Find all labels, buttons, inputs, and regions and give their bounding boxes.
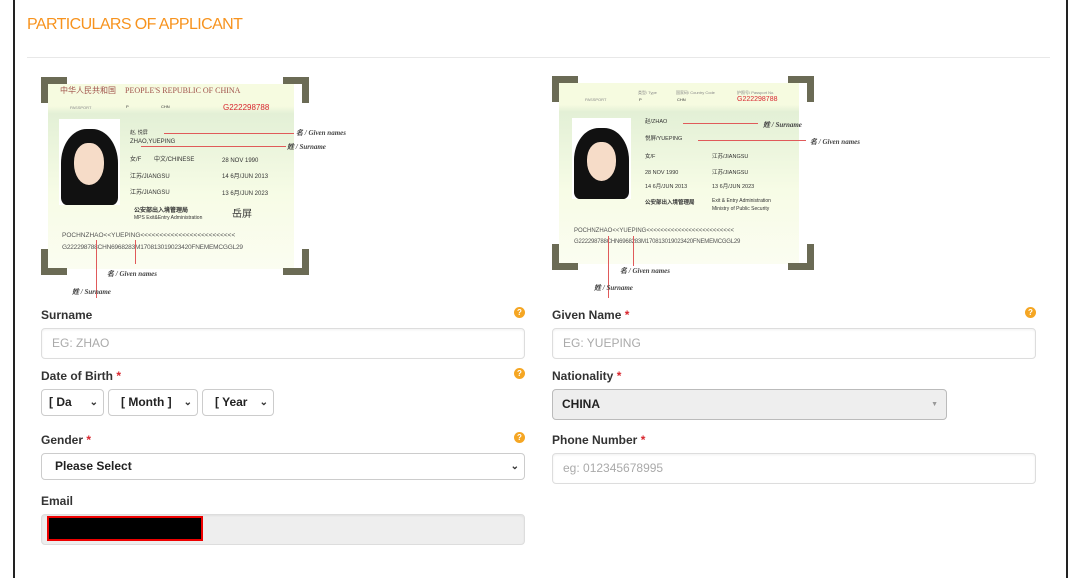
surname-input[interactable]: EG: ZHAO	[41, 328, 525, 359]
annotation-surname: 姓 / Surname	[594, 284, 633, 292]
nationality-label: Nationality *	[552, 369, 622, 383]
email-label: Email	[41, 494, 74, 508]
chevron-down-icon: ⌄	[89, 397, 98, 408]
help-icon[interactable]: ?	[1025, 307, 1036, 318]
given-name-label: Given Name *	[552, 308, 630, 322]
passport-sample-old: 中华人民共和国 PEOPLE'S REPUBLIC OF CHINA PASSP…	[41, 77, 309, 298]
passport-number: G222298788	[737, 96, 778, 103]
annotation-surname: 姓 / Surname	[763, 121, 802, 129]
phone-input[interactable]: eg: 012345678995	[552, 453, 1036, 484]
gender-label: Gender *	[41, 433, 92, 447]
divider	[27, 57, 1050, 58]
frame-corner	[283, 249, 309, 275]
help-icon[interactable]: ?	[514, 307, 525, 318]
help-icon[interactable]: ?	[514, 368, 525, 379]
frame-corner	[788, 244, 814, 270]
passport-photo	[59, 119, 120, 205]
annotation-given-names: 名 / Given names	[296, 129, 346, 137]
frame-corner	[283, 77, 309, 103]
frame-corner	[788, 76, 814, 102]
given-name-input[interactable]: EG: YUEPING	[552, 328, 1036, 359]
passport-number: G222298788	[223, 103, 270, 112]
passport-sample-new: PASSPORT 类型/ Type 国家码/ Country Code 护照号/…	[552, 76, 814, 298]
gender-select[interactable]: Please Select ⌄	[41, 453, 525, 480]
annotation-given-names: 名 / Given names	[107, 270, 157, 278]
section-title: PARTICULARS OF APPLICANT	[27, 16, 243, 33]
dob-year-select[interactable]: [ Year ⌄	[202, 389, 274, 416]
annotation-given-names: 名 / Given names	[810, 138, 860, 146]
redaction-box	[47, 516, 203, 541]
chevron-down-icon: ⌄	[510, 461, 519, 472]
annotation-surname: 姓 / Surname	[287, 143, 326, 151]
dob-label: Date of Birth *	[41, 369, 122, 383]
help-icon[interactable]: ?	[514, 432, 525, 443]
phone-label: Phone Number *	[552, 433, 646, 447]
passport-photo	[572, 118, 631, 199]
frame-corner	[41, 249, 67, 275]
chevron-down-icon: ⌄	[259, 397, 268, 408]
frame-corner	[552, 76, 578, 102]
nationality-select[interactable]: CHINA ▼	[552, 389, 947, 420]
surname-label: Surname	[41, 308, 93, 322]
frame-corner	[552, 244, 578, 270]
chevron-down-icon: ⌄	[183, 397, 192, 408]
dob-day-select[interactable]: [ Da ⌄	[41, 389, 104, 416]
annotation-given-names: 名 / Given names	[620, 267, 670, 275]
caret-down-icon: ▼	[931, 401, 938, 408]
dob-month-select[interactable]: [ Month ] ⌄	[108, 389, 198, 416]
annotation-surname: 姓 / Surname	[72, 288, 111, 296]
